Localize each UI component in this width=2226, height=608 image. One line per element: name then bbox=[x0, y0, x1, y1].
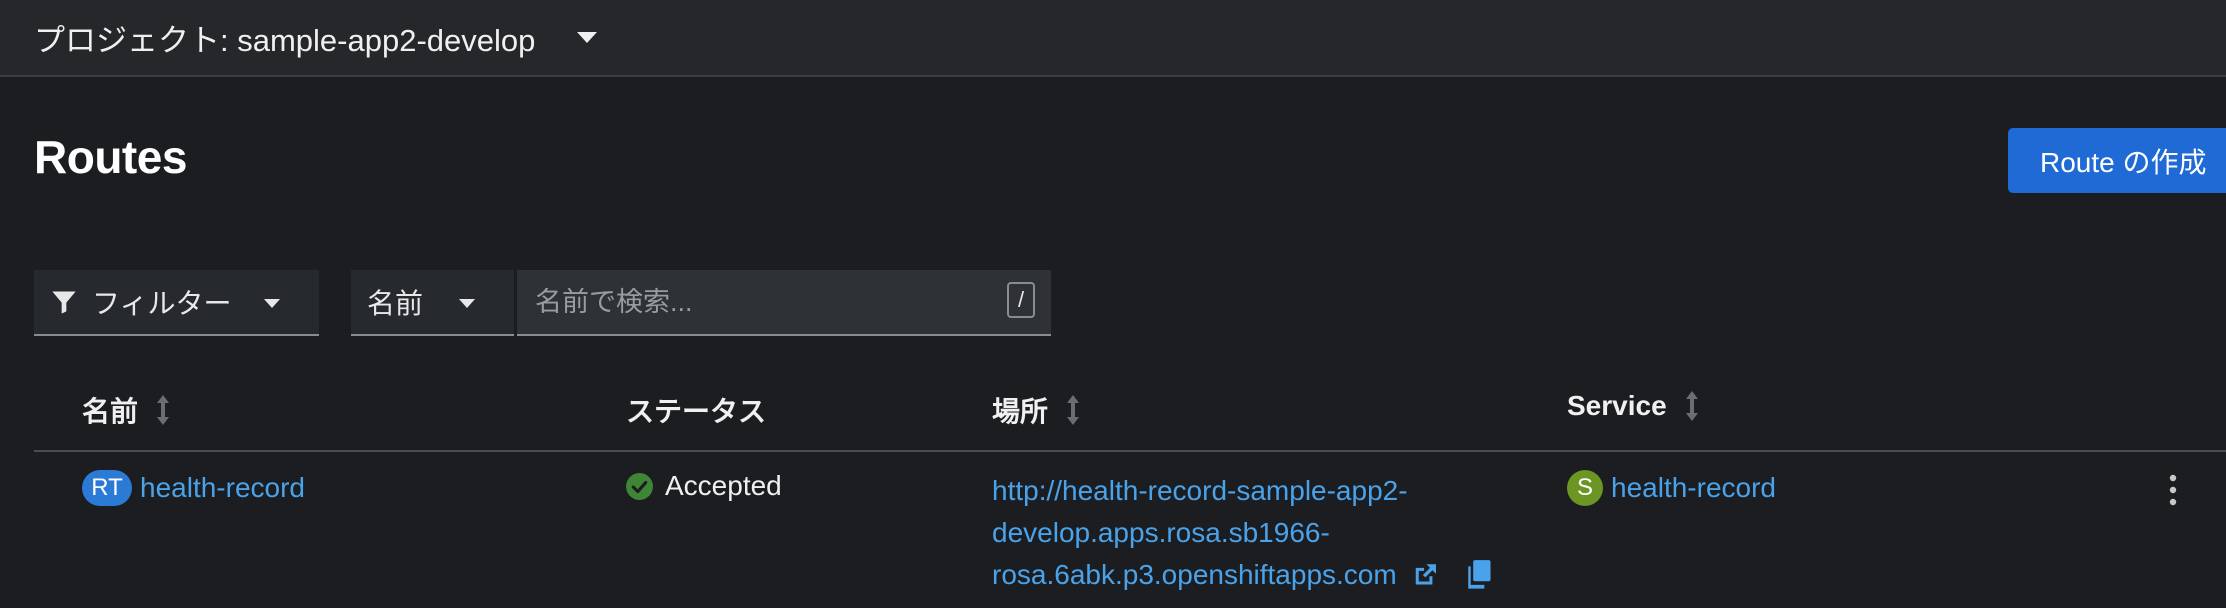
column-header-label: 場所 bbox=[992, 396, 1049, 427]
service-badge: S bbox=[1567, 470, 1603, 506]
sort-icon bbox=[1067, 395, 1080, 425]
project-selector-label: プロジェクト: sample-app2-develop bbox=[34, 23, 536, 58]
route-service-cell: S health-record bbox=[1567, 470, 1776, 506]
route-status-cell: Accepted bbox=[626, 470, 782, 502]
chevron-down-icon bbox=[577, 32, 598, 43]
kebab-icon[interactable] bbox=[2163, 472, 2183, 508]
sort-icon bbox=[1685, 391, 1698, 421]
service-name-link[interactable]: health-record bbox=[1611, 472, 1776, 504]
column-header-label: ステータス bbox=[626, 396, 767, 427]
external-link-icon[interactable] bbox=[1411, 560, 1440, 590]
route-location-link-line-1[interactable]: http://health-record-sample-app2- bbox=[992, 470, 1492, 512]
route-name-link[interactable]: health-record bbox=[140, 472, 305, 504]
copy-icon[interactable] bbox=[1467, 560, 1492, 590]
project-bar: プロジェクト: sample-app2-develop bbox=[0, 0, 2226, 77]
column-header-status: ステータス bbox=[626, 390, 766, 430]
search-attribute-dropdown[interactable]: 名前 bbox=[351, 270, 514, 336]
route-name-cell: RT health-record bbox=[82, 470, 305, 506]
route-location-cell: http://health-record-sample-app2- develo… bbox=[992, 470, 1492, 596]
page-title: Routes bbox=[34, 131, 187, 183]
route-badge: RT bbox=[82, 470, 132, 506]
status-text: Accepted bbox=[665, 470, 782, 501]
table-header: 名前 ステータス 場所 Service bbox=[0, 390, 2226, 450]
column-header-label: Service bbox=[1567, 390, 1667, 421]
check-circle-icon bbox=[626, 472, 653, 500]
route-location-last-line: rosa.6abk.p3.openshiftapps.com bbox=[992, 554, 1492, 596]
column-header-name[interactable]: 名前 bbox=[82, 390, 170, 430]
filter-icon bbox=[52, 291, 76, 314]
route-location-link-line-2[interactable]: develop.apps.rosa.sb1966- bbox=[992, 512, 1492, 554]
filter-dropdown[interactable]: フィルター bbox=[34, 270, 319, 336]
filter-dropdown-label: フィルター bbox=[92, 288, 232, 319]
column-header-service[interactable]: Service bbox=[1567, 390, 1699, 422]
search-shortcut-hint: / bbox=[1007, 282, 1035, 318]
create-route-button[interactable]: Route の作成 bbox=[2008, 128, 2226, 193]
table-header-divider bbox=[34, 450, 2226, 452]
project-selector[interactable]: プロジェクト: sample-app2-develop bbox=[34, 15, 598, 60]
search-attribute-label: 名前 bbox=[367, 288, 424, 319]
sort-icon bbox=[157, 395, 170, 425]
route-location-link-line-3[interactable]: rosa.6abk.p3.openshiftapps.com bbox=[992, 554, 1397, 596]
column-header-label: 名前 bbox=[82, 396, 139, 427]
caret-down-icon bbox=[459, 299, 475, 308]
search-input[interactable] bbox=[517, 270, 1051, 336]
column-header-location[interactable]: 場所 bbox=[992, 390, 1080, 430]
caret-down-icon bbox=[264, 299, 280, 308]
